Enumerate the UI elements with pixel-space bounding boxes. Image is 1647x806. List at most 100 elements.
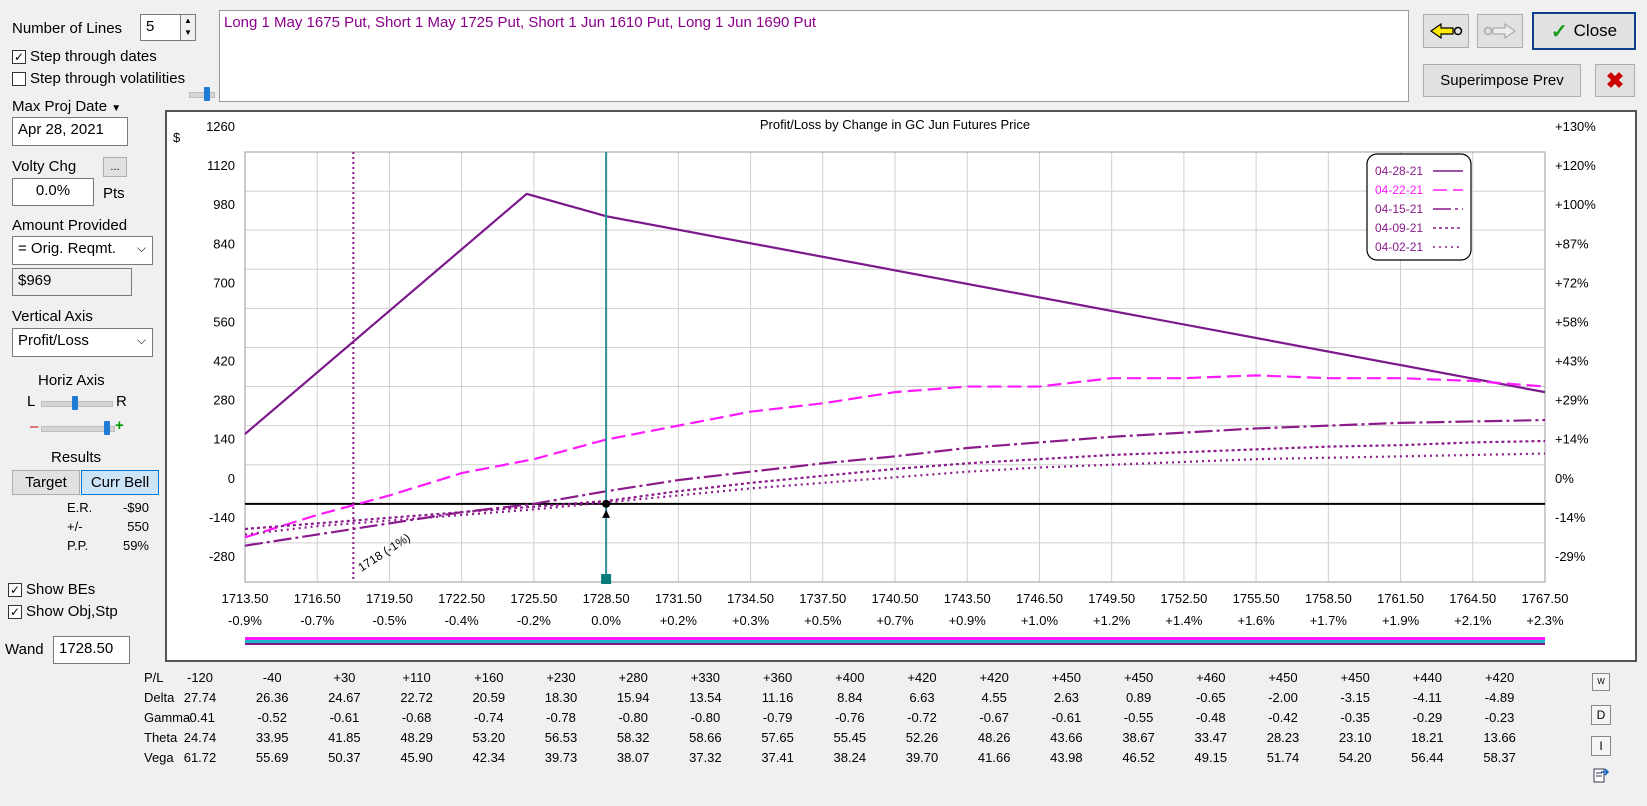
w-icon: W (1597, 677, 1605, 686)
y-tick-label: 980 (213, 197, 235, 212)
y-axis-unit-label: $ (173, 130, 181, 145)
max-proj-date-input[interactable]: Apr 28, 2021 (12, 117, 128, 146)
vol-step-slider-thumb[interactable] (204, 87, 210, 101)
amount-provided-select[interactable]: = Orig. Reqmt. ⌵ (12, 236, 153, 265)
prev-arrow-button[interactable] (1423, 14, 1469, 48)
x-tick-label: 1755.50 (1233, 591, 1280, 606)
x-tick-label: 1725.50 (510, 591, 557, 606)
greeks-i-button[interactable]: I (1591, 736, 1611, 756)
x-tick-label: 1743.50 (944, 591, 991, 606)
y-tick-label: 840 (213, 236, 235, 251)
x-tick-label: 1737.50 (799, 591, 846, 606)
y-pct-tick-label: -14% (1555, 510, 1586, 525)
greeks-cell: 27.74 (183, 690, 217, 705)
greeks-cell: 58.66 (689, 730, 722, 745)
greeks-cell: 58.32 (616, 730, 650, 745)
greeks-cell: 41.85 (328, 730, 361, 745)
x-pct-tick-label: +0.5% (804, 613, 842, 628)
x-pct-tick-label: +2.1% (1454, 613, 1492, 628)
greeks-cell: 37.41 (761, 750, 794, 765)
max-proj-date-label[interactable]: Max Proj Date ▼ (12, 98, 121, 115)
close-button[interactable]: ✓ Close (1532, 12, 1636, 50)
close-x-icon: ✖ (1605, 67, 1625, 93)
greeks-cell: 48.26 (977, 730, 1011, 745)
greeks-w-button[interactable]: W (1592, 673, 1610, 691)
step-dates-label: Step through dates (30, 48, 157, 65)
greeks-cell: 15.94 (616, 690, 650, 705)
greeks-row: Gamma -0.41 -0.52 -0.61 -0.68 -0.74 -0.78 -0.80… (140, 708, 1560, 727)
zoom-slider[interactable] (41, 421, 115, 435)
number-of-lines-spinner[interactable]: ▲ ▼ (180, 14, 196, 41)
x-pct-tick-label: +1.6% (1237, 613, 1275, 628)
greeks-cell: -0.41 (185, 710, 215, 725)
volty-chg-input[interactable]: 0.0% (12, 178, 94, 206)
show-bes-checkbox[interactable]: ✓ Show BEs (8, 581, 95, 598)
x-pct-tick-label: +2.3% (1526, 613, 1564, 628)
greeks-cell: +230 (546, 670, 576, 685)
y-tick-label: -280 (209, 549, 235, 564)
horiz-lr-slider[interactable] (41, 396, 113, 410)
greeks-cell: -0.61 (329, 710, 360, 725)
x-pct-tick-label: -0.7% (300, 613, 334, 628)
show-objstp-check-icon: ✓ (8, 604, 22, 619)
zoom-slider-thumb[interactable] (104, 421, 110, 435)
horiz-lr-slider-thumb[interactable] (72, 396, 78, 410)
y-pct-tick-label: +58% (1555, 314, 1589, 329)
greeks-cell: +420 (979, 670, 1009, 685)
greeks-cell: 42.34 (472, 750, 506, 765)
wand-input[interactable]: 1728.50 (53, 636, 130, 664)
step-vols-checkbox[interactable]: Step through volatilities (12, 70, 185, 87)
show-objstp-checkbox[interactable]: ✓ Show Obj,Stp (8, 603, 118, 620)
next-arrow-button[interactable] (1477, 14, 1523, 48)
x-tick-label: 1749.50 (1088, 591, 1135, 606)
greeks-cell: -0.80 (690, 710, 721, 725)
delete-x-button[interactable]: ✖ (1595, 64, 1635, 97)
greeks-cell: 38.67 (1122, 730, 1155, 745)
step-dates-check-icon: ✓ (12, 49, 26, 64)
amount-value-field: $969 (12, 268, 132, 296)
greeks-cell: 6.63 (909, 690, 935, 705)
volty-ellipsis-button[interactable]: ... (103, 157, 127, 177)
stat-row: +/- 550 (63, 517, 153, 536)
x-pct-tick-label: +0.7% (876, 613, 914, 628)
greeks-cell: -0.23 (1484, 710, 1515, 725)
greeks-table: P/L -120 -40 +30 +110 +160 +230 +280 +330 +360 +40… (140, 668, 1560, 776)
x-pct-tick-label: +0.3% (732, 613, 770, 628)
greeks-cell: 49.15 (1194, 750, 1228, 765)
greeks-cell: -0.52 (257, 710, 287, 725)
horiz-right-label: R (116, 393, 127, 410)
profit-loss-chart[interactable]: Profit/Loss by Change in GC Jun Futures … (167, 112, 1635, 660)
x-tick-label: 1764.50 (1449, 591, 1496, 606)
step-dates-checkbox[interactable]: ✓ Step through dates (12, 48, 157, 65)
x-tick-label: 1713.50 (222, 591, 269, 606)
positions-text[interactable]: Long 1 May 1675 Put, Short 1 May 1725 Pu… (219, 10, 1409, 102)
target-button[interactable]: Target (12, 470, 80, 495)
greeks-cell: -40 (262, 670, 282, 685)
number-of-lines-input[interactable]: 5 (140, 14, 182, 41)
vertical-axis-select[interactable]: Profit/Loss ⌵ (12, 328, 153, 357)
export-icon[interactable] (1592, 766, 1610, 784)
range-bar-magenta (245, 637, 1545, 640)
x-pct-tick-label: +1.7% (1310, 613, 1348, 628)
x-pct-tick-label: -0.4% (445, 613, 479, 628)
greeks-cell: 45.90 (400, 750, 433, 765)
superimpose-prev-button[interactable]: Superimpose Prev (1423, 64, 1581, 97)
greeks-cell: +450 (1051, 670, 1082, 685)
horiz-axis-label: Horiz Axis (38, 372, 105, 389)
x-tick-label: 1767.50 (1522, 591, 1569, 606)
y-pct-tick-label: +29% (1555, 393, 1589, 408)
stat-value: 550 (127, 519, 149, 534)
number-of-lines-label: Number of Lines (12, 20, 123, 37)
greeks-d-button[interactable]: D (1591, 705, 1611, 725)
vol-step-slider[interactable] (189, 87, 215, 101)
curr-bell-button[interactable]: Curr Bell (81, 470, 159, 495)
greeks-cell: -0.80 (618, 710, 648, 725)
greeks-cell: 24.74 (183, 730, 217, 745)
horiz-left-label: L (27, 393, 36, 410)
step-vols-check-icon (12, 71, 26, 86)
wand-zero-dot (602, 499, 611, 508)
wand-marker-arrow (602, 509, 611, 518)
chart-panel[interactable]: Profit/Loss by Change in GC Jun Futures … (165, 110, 1637, 662)
greeks-row: Vega 61.72 55.69 50.37 45.90 42.34 39.73 38.07 3… (140, 748, 1560, 767)
x-tick-label: 1734.50 (727, 591, 774, 606)
